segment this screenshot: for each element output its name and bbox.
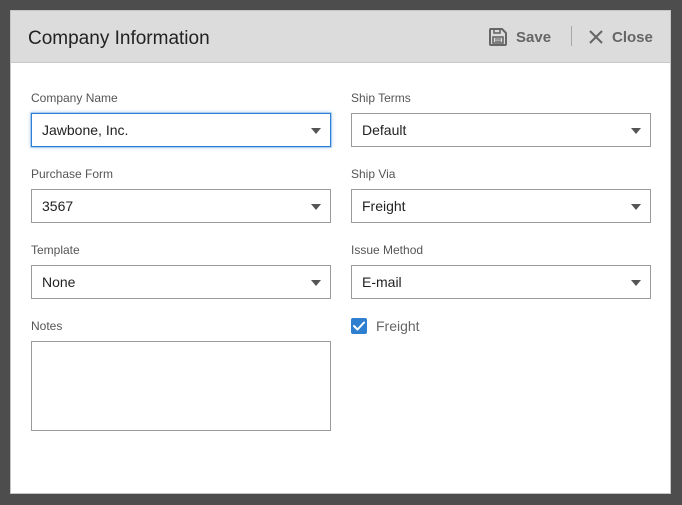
chevron-down-icon	[311, 204, 321, 210]
ship-terms-label: Ship Terms	[351, 91, 411, 105]
freight-label: Freight	[376, 318, 420, 334]
company-name-label: Company Name	[31, 91, 118, 105]
issue-method-label: Issue Method	[351, 243, 424, 257]
chevron-down-icon	[631, 280, 641, 286]
save-label: Save	[516, 28, 552, 46]
ship-via-label: Ship Via	[351, 167, 396, 181]
issue-method-select[interactable]: E-mail	[351, 265, 651, 299]
notes-textarea[interactable]	[31, 341, 331, 431]
ship-terms-value: Default	[362, 122, 407, 138]
chevron-down-icon	[311, 128, 321, 134]
template-value: None	[42, 274, 76, 290]
purchase-form-label: Purchase Form	[31, 167, 114, 181]
purchase-form-value: 3567	[42, 198, 74, 214]
dialog-title: Company Information	[28, 28, 210, 49]
company-information-dialog: Company Information Save Close Company N…	[10, 10, 671, 494]
company-name-value: Jawbone, Inc.	[42, 122, 129, 138]
dialog-header: Company Information Save Close	[11, 11, 670, 63]
template-label: Template	[31, 243, 80, 257]
template-select[interactable]: None	[31, 265, 331, 299]
save-icon	[488, 27, 508, 47]
ship-via-value: Freight	[362, 198, 406, 214]
header-divider	[571, 26, 572, 46]
chevron-down-icon	[311, 280, 321, 286]
close-icon	[588, 29, 604, 45]
purchase-form-select[interactable]: 3567	[31, 189, 331, 223]
freight-checkbox-row[interactable]: Freight	[351, 318, 420, 334]
freight-checkbox[interactable]	[351, 318, 367, 334]
close-label: Close	[612, 28, 653, 46]
save-button[interactable]: Save	[488, 25, 551, 49]
company-name-select[interactable]: Jawbone, Inc.	[31, 113, 331, 147]
chevron-down-icon	[631, 128, 641, 134]
chevron-down-icon	[631, 204, 641, 210]
ship-via-select[interactable]: Freight	[351, 189, 651, 223]
notes-label: Notes	[31, 319, 63, 333]
ship-terms-select[interactable]: Default	[351, 113, 651, 147]
close-button[interactable]: Close	[588, 25, 653, 49]
check-icon	[353, 321, 365, 331]
issue-method-value: E-mail	[362, 274, 402, 290]
